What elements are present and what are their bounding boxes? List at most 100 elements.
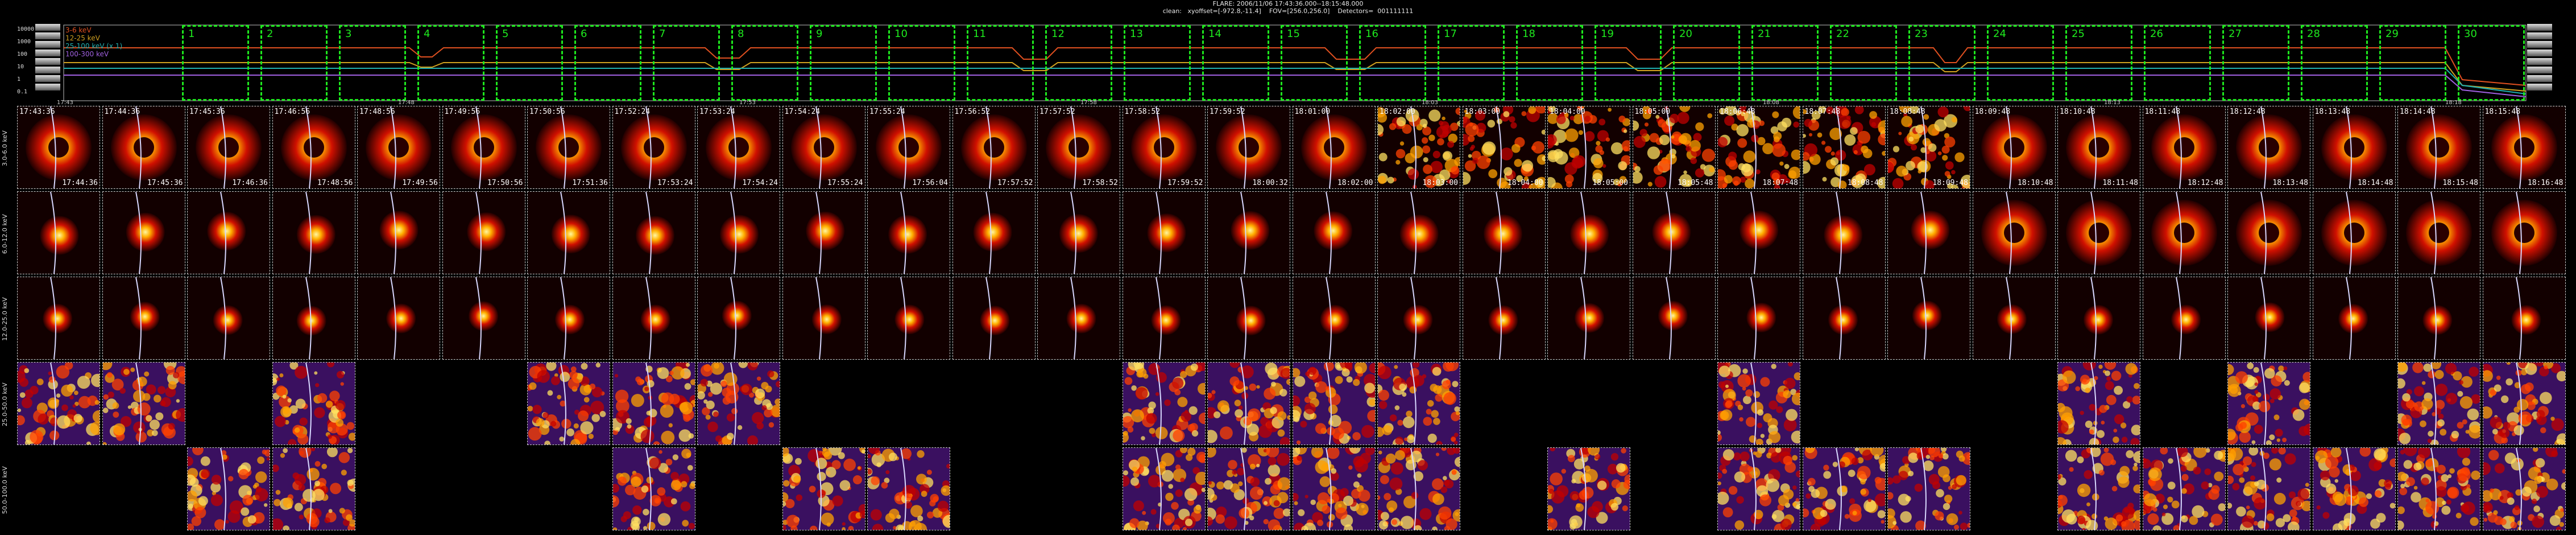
image-tile[interactable]	[1377, 362, 1460, 445]
control-button[interactable]	[2527, 50, 2552, 56]
image-tile[interactable]	[2227, 277, 2310, 360]
image-tile[interactable]	[1462, 277, 1546, 360]
control-button[interactable]	[2527, 67, 2552, 73]
image-tile[interactable]	[187, 447, 270, 530]
image-tile[interactable]	[1972, 191, 2056, 274]
image-tile[interactable]	[1887, 447, 1970, 530]
image-tile[interactable]: 17:59:52 18:00:32	[1207, 106, 1290, 189]
image-tile[interactable]: 17:48:56 17:49:56	[357, 106, 440, 189]
image-tile[interactable]: 18:05:00 18:05:48	[1632, 106, 1716, 189]
image-tile[interactable]	[1037, 191, 1120, 274]
time-segment-box[interactable]: 16	[1359, 25, 1426, 101]
image-tile[interactable]: 17:44:36 17:45:36	[102, 106, 185, 189]
time-segment-box[interactable]: 14	[1202, 25, 1269, 101]
image-tile[interactable]	[1122, 362, 1206, 445]
time-segment-box[interactable]: 18	[1516, 25, 1583, 101]
image-tile[interactable]	[2227, 447, 2310, 530]
image-tile[interactable]	[1377, 277, 1460, 360]
image-tile[interactable]: 18:12:48 18:13:48	[2227, 106, 2310, 189]
image-tile[interactable]: 17:56:52 17:57:52	[952, 106, 1036, 189]
image-tile[interactable]: 17:57:52 17:58:52	[1037, 106, 1120, 189]
image-tile[interactable]	[782, 191, 865, 274]
left-control-stack[interactable]	[35, 24, 60, 92]
control-button[interactable]	[2527, 41, 2552, 48]
image-tile[interactable]	[1462, 191, 1546, 274]
image-tile[interactable]	[697, 277, 780, 360]
image-tile[interactable]	[1207, 362, 1290, 445]
control-button[interactable]	[2527, 75, 2552, 82]
image-tile[interactable]: 18:04:00 18:05:00	[1547, 106, 1630, 189]
image-tile[interactable]	[1122, 191, 1206, 274]
image-tile[interactable]	[17, 362, 100, 445]
image-tile[interactable]	[2227, 191, 2310, 274]
time-segment-box[interactable]: 6	[574, 25, 641, 101]
control-button[interactable]	[2527, 84, 2552, 90]
image-tile[interactable]	[867, 447, 950, 530]
control-button[interactable]	[2527, 24, 2552, 31]
control-button[interactable]	[35, 50, 60, 56]
image-tile[interactable]	[867, 191, 950, 274]
time-segment-box[interactable]: 3	[339, 25, 406, 101]
time-segment-box[interactable]: 9	[810, 25, 877, 101]
image-tile[interactable]	[2312, 191, 2396, 274]
image-tile[interactable]	[1632, 277, 1716, 360]
time-segment-box[interactable]: 30	[2458, 25, 2525, 101]
image-tile[interactable]: 17:54:24 17:55:24	[782, 106, 865, 189]
image-tile[interactable]: 18:14:48 18:15:48	[2397, 106, 2480, 189]
time-segment-box[interactable]: 13	[1124, 25, 1191, 101]
time-segment-box[interactable]: 24	[1987, 25, 2054, 101]
image-tile[interactable]	[1377, 447, 1460, 530]
image-tile[interactable]: 17:58:52 17:59:52	[1122, 106, 1206, 189]
image-tile[interactable]	[612, 362, 695, 445]
image-tile[interactable]	[1717, 447, 1800, 530]
image-tile[interactable]	[17, 191, 100, 274]
image-tile[interactable]	[2397, 362, 2480, 445]
image-tile[interactable]	[272, 277, 355, 360]
image-tile[interactable]	[2142, 447, 2226, 530]
time-segment-box[interactable]: 19	[1595, 25, 1662, 101]
image-tile[interactable]	[2397, 191, 2480, 274]
time-segment-box[interactable]: 20	[1673, 25, 1740, 101]
time-segment-box[interactable]: 17	[1438, 25, 1505, 101]
image-tile[interactable]	[1717, 277, 1800, 360]
image-tile[interactable]	[442, 277, 525, 360]
image-tile[interactable]	[102, 362, 185, 445]
time-segment-box[interactable]: 4	[417, 25, 484, 101]
image-tile[interactable]	[612, 277, 695, 360]
control-button[interactable]	[35, 67, 60, 73]
time-segment-box[interactable]: 1	[182, 25, 249, 101]
image-tile[interactable]	[2057, 277, 2140, 360]
image-tile[interactable]	[2482, 191, 2566, 274]
image-tile[interactable]	[952, 191, 1036, 274]
right-control-stack[interactable]	[2527, 24, 2552, 92]
image-tile[interactable]	[1717, 362, 1800, 445]
image-tile[interactable]	[2482, 277, 2566, 360]
image-tile[interactable]: 17:49:56 17:50:56	[442, 106, 525, 189]
image-tile[interactable]: 18:10:48 18:11:48	[2057, 106, 2140, 189]
image-tile[interactable]	[1887, 191, 1970, 274]
control-button[interactable]	[2527, 58, 2552, 65]
image-tile[interactable]	[2057, 362, 2140, 445]
control-button[interactable]	[35, 75, 60, 82]
image-tile[interactable]: 17:46:56 17:48:56	[272, 106, 355, 189]
image-tile[interactable]: 17:53:24 17:54:24	[697, 106, 780, 189]
image-tile[interactable]	[612, 447, 695, 530]
image-tile[interactable]	[1207, 277, 1290, 360]
image-tile[interactable]	[2312, 447, 2396, 530]
time-segment-box[interactable]: 25	[2065, 25, 2132, 101]
image-tile[interactable]: 17:52:24 17:53:24	[612, 106, 695, 189]
image-tile[interactable]	[867, 277, 950, 360]
image-tile[interactable]	[102, 191, 185, 274]
image-tile[interactable]	[1292, 191, 1376, 274]
image-tile[interactable]	[1802, 191, 1886, 274]
image-tile[interactable]: 18:07:48 18:08:48	[1802, 106, 1886, 189]
time-segment-box[interactable]: 2	[260, 25, 328, 101]
time-segment-box[interactable]: 28	[2301, 25, 2368, 101]
image-tile[interactable]	[272, 447, 355, 530]
control-button[interactable]	[35, 58, 60, 65]
time-segment-box[interactable]: 21	[1751, 25, 1819, 101]
image-tile[interactable]: 18:15:48 18:16:48	[2482, 106, 2566, 189]
image-tile[interactable]: 17:45:36 17:46:36	[187, 106, 270, 189]
image-tile[interactable]: 18:11:48 18:12:48	[2142, 106, 2226, 189]
image-tile[interactable]	[102, 277, 185, 360]
